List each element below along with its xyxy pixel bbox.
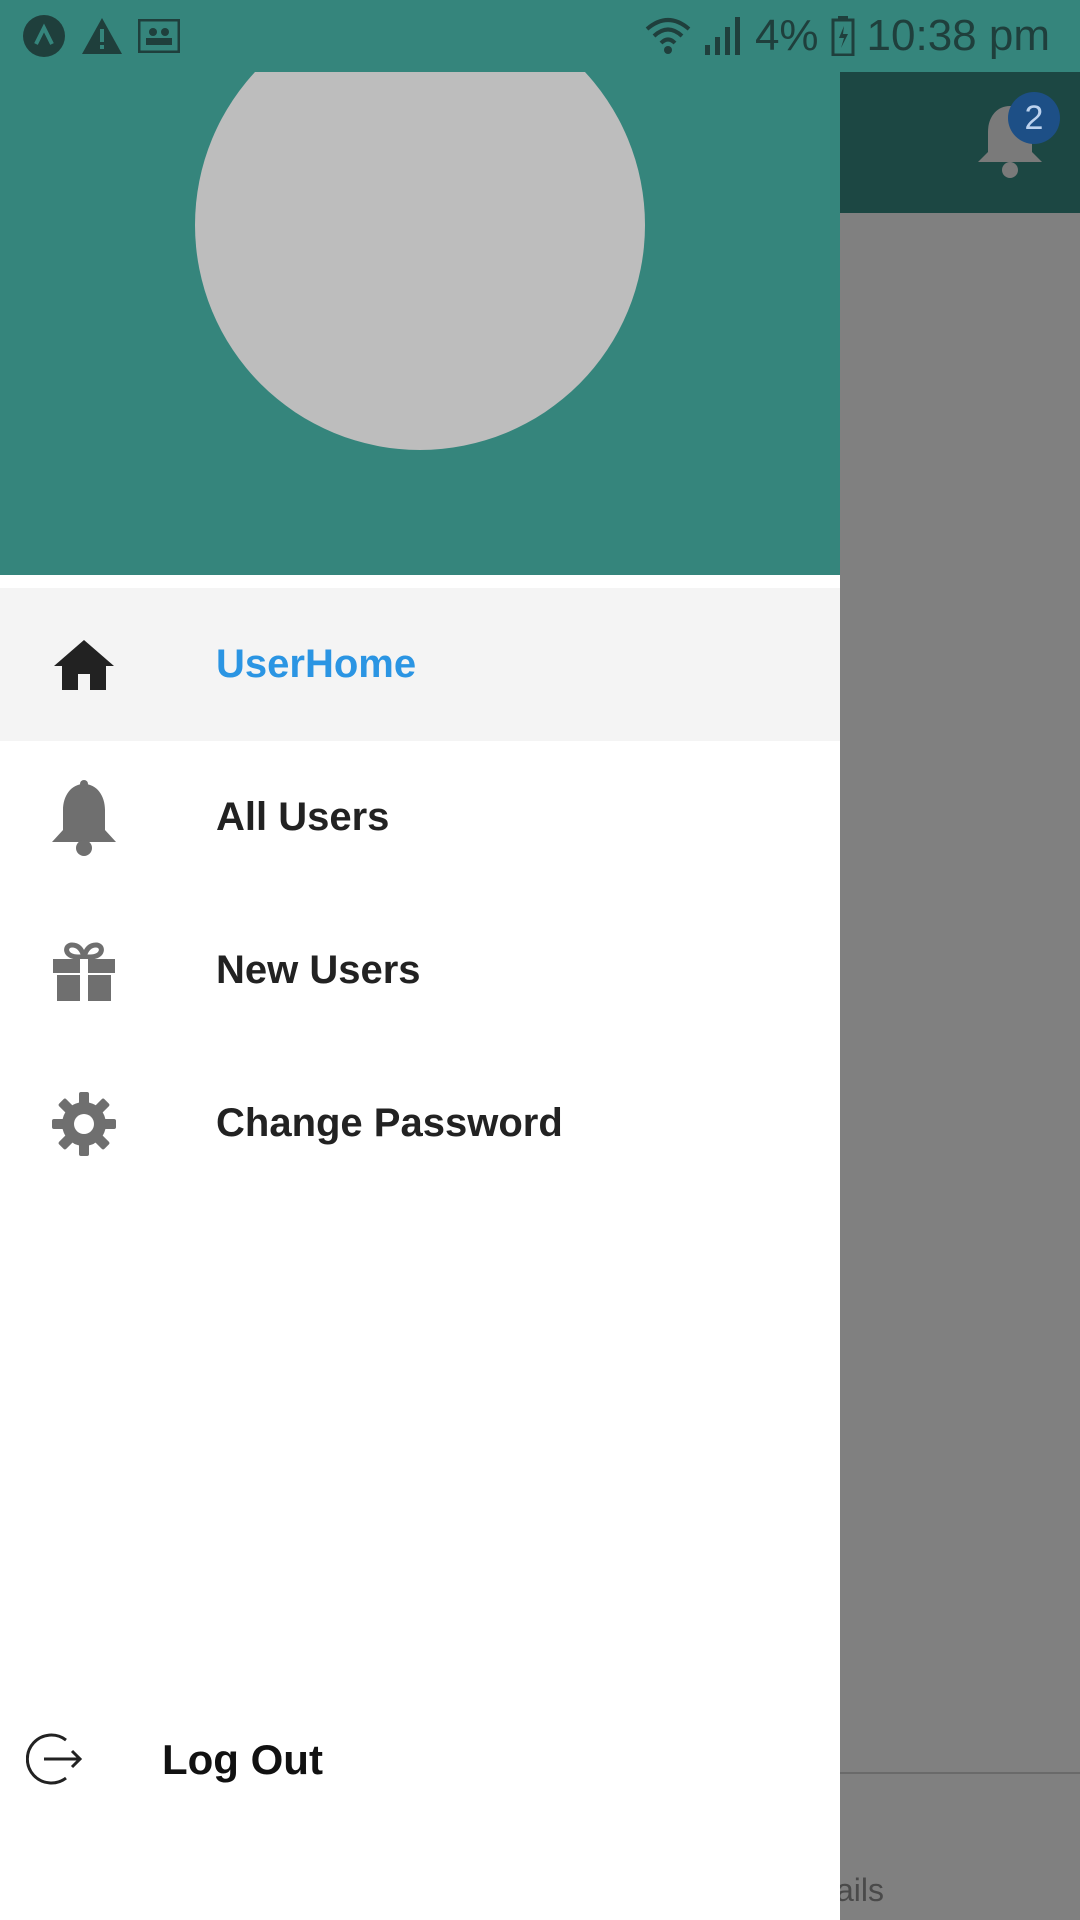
bell-icon [42,776,126,860]
menu-item-label: UserHome [216,642,417,686]
clock: 10:38 pm [866,11,1050,60]
app-notification-icon [22,14,66,58]
drawer-menu: UserHome All Users New Users Change Pass… [0,588,840,1200]
battery-percent: 4% [754,11,819,60]
logout-icon [25,1730,86,1790]
screen-share-icon [138,19,180,53]
notification-badge: 2 [1008,92,1060,144]
gear-icon [42,1082,126,1166]
menu-item-change-password[interactable]: Change Password [0,1047,840,1200]
logout-label: Log Out [162,1736,323,1783]
home-icon [42,623,126,707]
menu-item-all-users[interactable]: All Users [0,741,840,894]
status-bar: 4% 10:38 pm [0,0,1080,72]
wifi-icon [645,17,691,55]
menu-item-userhome[interactable]: UserHome [0,588,840,741]
menu-item-label: All Users [216,795,390,839]
menu-item-label: Change Password [216,1101,563,1145]
bottom-partial-label: ails [836,1872,885,1908]
battery-icon [831,16,855,56]
menu-item-label: New Users [216,948,421,992]
signal-icon [703,17,743,55]
warning-icon [82,18,122,54]
gift-icon [42,929,126,1013]
navigation-drawer: UserHome All Users New Users Change Pass… [0,0,840,1920]
logout-button[interactable]: Log Out [0,1715,840,1805]
drawer-header [0,0,840,575]
menu-item-new-users[interactable]: New Users [0,894,840,1047]
